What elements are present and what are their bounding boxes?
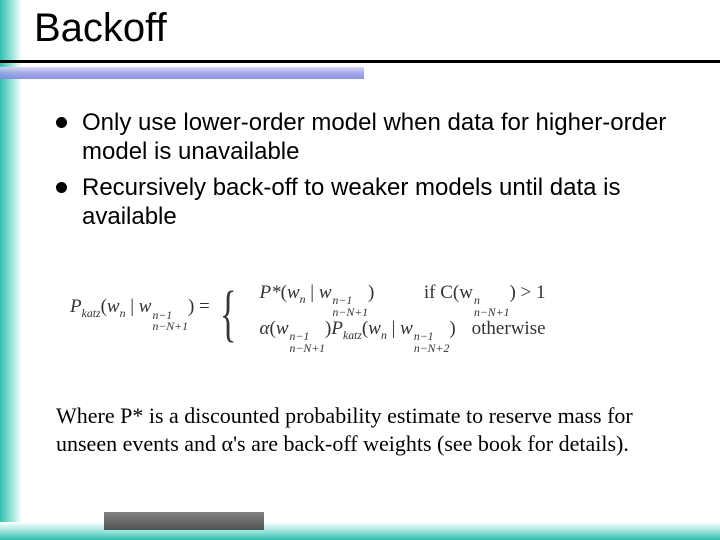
sym-w: w [459, 282, 473, 303]
sym-close: ) [368, 282, 374, 303]
case1-body: P*(wn | wn−1n−N+1) [260, 282, 375, 318]
sub: n−N+1 [333, 307, 369, 318]
formula-block: Pkatz(wn | wn−1n−N+1) = { P*(wn | wn−1n−… [70, 282, 668, 346]
sub-katz: katz [343, 329, 362, 342]
bullet-item: Only use lower-order model when data for… [54, 108, 674, 167]
title-underline-blue [0, 67, 364, 79]
sym-bar: | [125, 296, 138, 317]
sym-close-eq: ) = [188, 296, 210, 317]
sym-close: ) [449, 318, 455, 339]
sym-w: w [107, 296, 120, 317]
sym-bar: | [387, 318, 400, 339]
supsub: nn−N+1 [474, 295, 510, 317]
bottom-dark-bar [104, 512, 264, 530]
supsub: n−1n−N+1 [290, 331, 326, 353]
formula-lhs: Pkatz(wn | wn−1n−N+1) = [70, 296, 210, 332]
sup: n [474, 295, 510, 306]
sym-C: C [440, 282, 453, 303]
sym-P: P [70, 296, 82, 317]
slide: Backoff Only use lower-order model when … [0, 0, 720, 540]
case1-condition: if C(wnn−N+1) > 1 [424, 282, 546, 318]
bullet-dot-icon [56, 182, 67, 193]
supsub: n−1n−N+1 [152, 310, 188, 332]
formula-cases: P*(wn | wn−1n−N+1) if C(wnn−N+1) > 1 α(w… [260, 282, 546, 346]
supsub: n−1n−N+1 [333, 295, 369, 317]
formula-row: Pkatz(wn | wn−1n−N+1) = { P*(wn | wn−1n−… [70, 282, 668, 346]
sub-katz: katz [82, 307, 101, 320]
footnote-text: Where P* is a discounted probability est… [56, 402, 666, 458]
sym-Pstar: P* [260, 282, 281, 303]
bullet-list: Only use lower-order model when data for… [54, 108, 674, 231]
sym-w: w [139, 296, 152, 317]
sub: n−N+1 [290, 343, 326, 354]
sym-P: P [331, 318, 343, 339]
slide-title: Backoff [34, 6, 167, 51]
sub: n−N+2 [414, 343, 450, 354]
bullet-text: Only use lower-order model when data for… [82, 109, 666, 165]
sym-w: w [287, 282, 300, 303]
sym-close-gt: ) > 1 [509, 282, 545, 303]
formula-case-2: α(wn−1n−N+1)Pkatz(wn | wn−1n−N+2) otherw… [260, 318, 546, 354]
sym-w: w [400, 318, 413, 339]
txt-if: if [424, 282, 440, 303]
brace-icon: { [220, 283, 236, 345]
left-accent-band [0, 0, 22, 540]
bullet-text: Recursively back-off to weaker models un… [82, 174, 620, 230]
sym-alpha: α [260, 318, 270, 339]
bullet-item: Recursively back-off to weaker models un… [54, 173, 674, 232]
sym-w: w [276, 318, 289, 339]
sym-bar: | [306, 282, 319, 303]
supsub: n−1n−N+2 [414, 331, 450, 353]
content-area: Only use lower-order model when data for… [54, 108, 674, 237]
formula-case-1: P*(wn | wn−1n−N+1) if C(wnn−N+1) > 1 [260, 282, 546, 318]
case2-body: α(wn−1n−N+1)Pkatz(wn | wn−1n−N+2) [260, 318, 456, 354]
sup: n−1 [290, 331, 326, 342]
title-underline-black [0, 60, 720, 63]
bullet-dot-icon [56, 117, 67, 128]
sym-w: w [319, 282, 332, 303]
case2-condition: otherwise [472, 318, 546, 340]
sup: n−1 [414, 331, 450, 342]
sym-w: w [368, 318, 381, 339]
sup: n−1 [333, 295, 369, 306]
sub: n−N+1 [152, 321, 188, 332]
sub: n−N+1 [474, 307, 510, 318]
